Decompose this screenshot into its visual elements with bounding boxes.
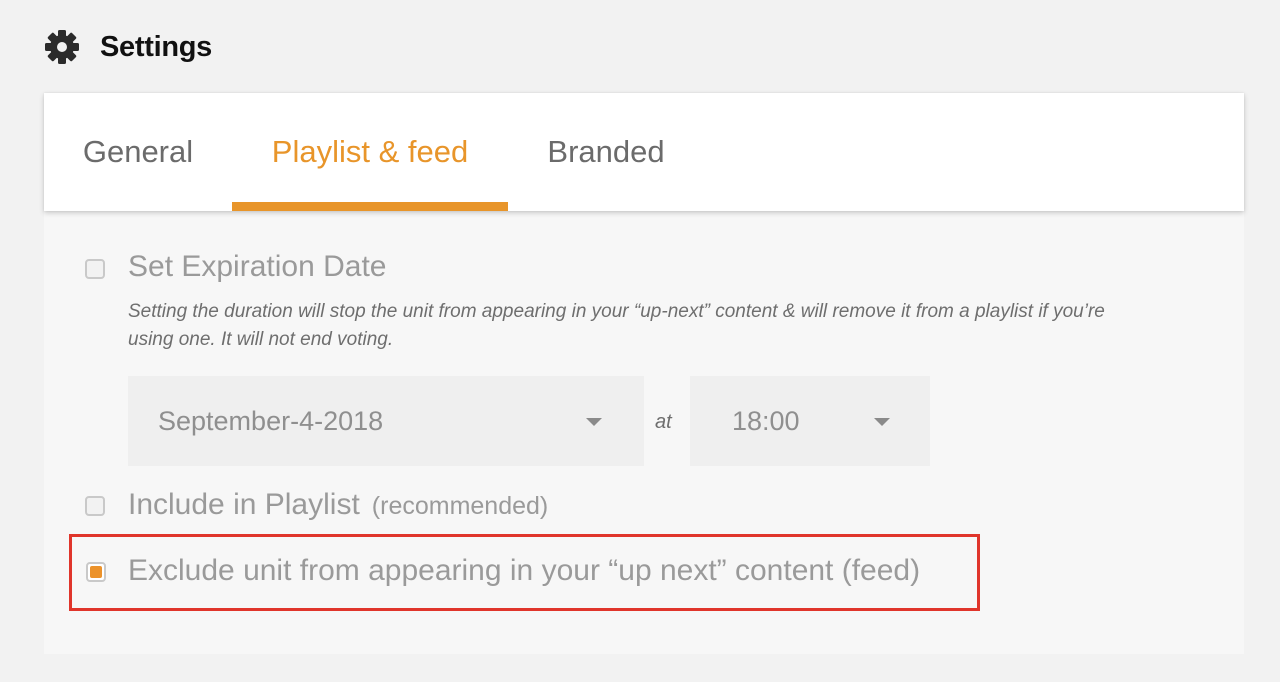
expiration-date-select[interactable]: September-4-2018 [128, 376, 644, 466]
exclude-feed-checkbox[interactable] [86, 562, 106, 582]
tab-bar: General Playlist & feed Branded [44, 93, 1244, 211]
expiration-label: Set Expiration Date [128, 250, 387, 283]
include-playlist-recommended: (recommended) [371, 492, 549, 520]
expiration-help-text: Setting the duration will stop the unit … [128, 301, 1105, 350]
include-playlist-label: Include in Playlist (recommended) [128, 488, 548, 522]
include-playlist-checkbox[interactable] [85, 496, 105, 516]
chevron-down-icon [586, 418, 602, 426]
checkbox-checked-indicator [90, 566, 102, 578]
tab-playlist-feed[interactable]: Playlist & feed [232, 93, 508, 211]
settings-panel: General Playlist & feed Branded Set Expi… [44, 93, 1244, 654]
expiration-date-value: September-4-2018 [158, 405, 384, 436]
tab-branded-label: Branded [547, 134, 665, 169]
exclude-feed-label: Exclude unit from appearing in your “up … [128, 554, 921, 587]
tab-branded[interactable]: Branded [528, 93, 684, 211]
expiration-time-select[interactable]: 18:00 [690, 376, 930, 466]
active-tab-indicator [232, 202, 508, 211]
include-playlist-label-text: Include in Playlist [128, 488, 360, 521]
tab-general-label: General [82, 134, 194, 169]
at-label: at [655, 411, 672, 433]
chevron-down-icon [874, 418, 890, 426]
tab-general[interactable]: General [64, 93, 212, 211]
expiration-time-value: 18:00 [732, 405, 800, 436]
tab-playlist-feed-label: Playlist & feed [271, 134, 469, 169]
gear-icon [45, 30, 79, 64]
expiration-checkbox[interactable] [85, 259, 105, 279]
page-header: Settings [44, 27, 212, 67]
page-title: Settings [100, 30, 212, 63]
